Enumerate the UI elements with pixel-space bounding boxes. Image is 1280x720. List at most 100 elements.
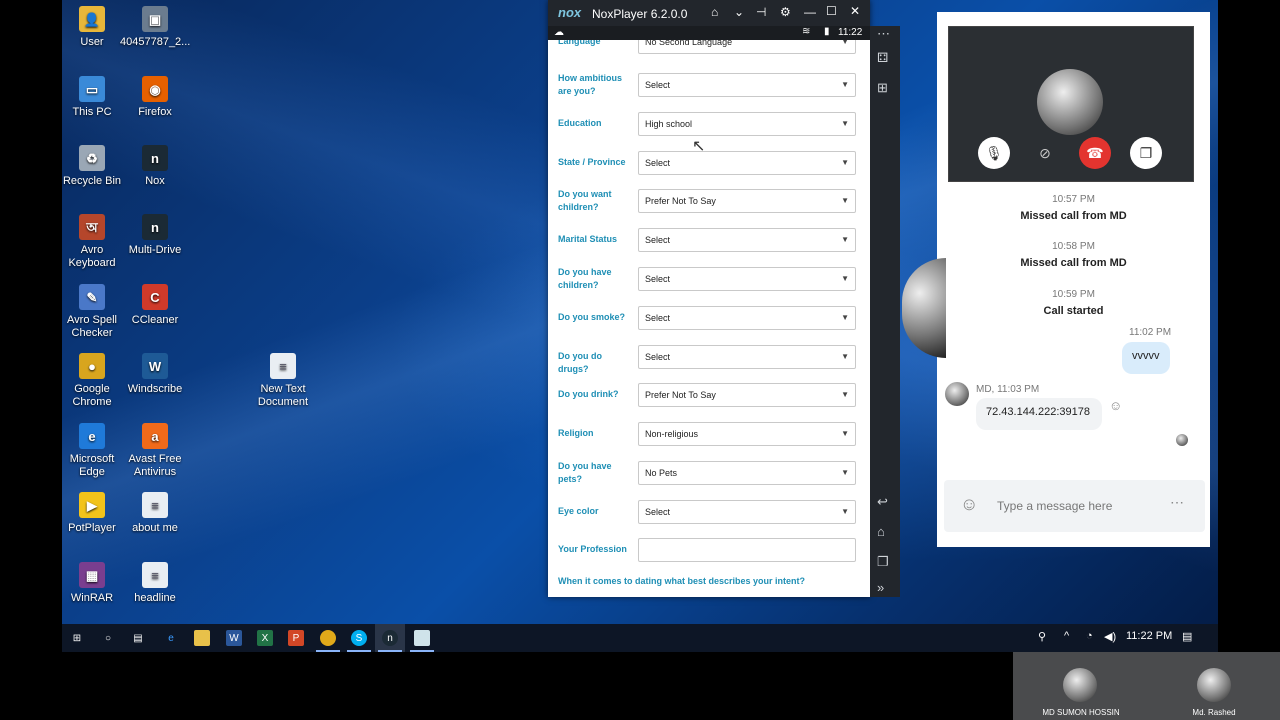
desktop-icon[interactable]: 👤 User bbox=[57, 6, 127, 49]
gift-icon[interactable]: ⌂ bbox=[711, 5, 718, 19]
video-call-panel: 🎙 ⊘ ☎ ❐ bbox=[948, 26, 1194, 182]
select-value: Select bbox=[645, 313, 671, 323]
home-icon[interactable]: ⌂ bbox=[877, 524, 885, 539]
desktop-icon[interactable]: ▦ WinRAR bbox=[57, 562, 127, 605]
more-icon[interactable]: ⋯ bbox=[877, 26, 890, 42]
taskbar-clock[interactable]: 11:22 PM bbox=[1126, 630, 1172, 642]
form-label: Do you smoke? bbox=[558, 312, 626, 322]
recent-apps-icon[interactable]: ❐ bbox=[877, 554, 889, 570]
cortana-icon[interactable]: ○ bbox=[100, 630, 116, 646]
form-label: Do you want children? bbox=[558, 189, 612, 212]
pin-icon[interactable]: ⊣ bbox=[756, 5, 766, 19]
desktop-icon[interactable]: n Nox bbox=[120, 145, 190, 188]
notepad-taskbar-icon[interactable] bbox=[414, 630, 430, 646]
app-icon: n bbox=[142, 145, 168, 171]
form-row: Do you have children? Select ▼ bbox=[548, 260, 870, 299]
back-icon[interactable]: ↩ bbox=[877, 494, 888, 510]
dropdown-arrow-icon: ▼ bbox=[841, 507, 849, 516]
word-taskbar-icon[interactable]: W bbox=[226, 630, 242, 646]
desktop-icon[interactable]: n Multi-Drive bbox=[120, 214, 190, 257]
app-icon: ▭ bbox=[79, 76, 105, 102]
dropdown-arrow-icon: ▼ bbox=[841, 196, 849, 205]
form-select[interactable]: No Pets ▼ bbox=[638, 461, 856, 485]
close-icon[interactable]: ✕ bbox=[850, 4, 860, 18]
profession-input[interactable] bbox=[638, 538, 856, 562]
microphone-button[interactable]: 🎙 bbox=[978, 137, 1010, 169]
maximize-icon[interactable]: ☐ bbox=[826, 4, 837, 18]
form-select[interactable]: Select ▼ bbox=[638, 306, 856, 330]
notifications-icon[interactable]: ▤ bbox=[1182, 630, 1192, 643]
desktop-icon[interactable]: a Avast Free Antivirus bbox=[120, 423, 190, 479]
desktop-icon[interactable]: ♻ Recycle Bin bbox=[57, 145, 127, 188]
message-input[interactable]: Type a message here bbox=[997, 499, 1112, 513]
desktop-icon[interactable]: ● Google Chrome bbox=[57, 353, 127, 409]
form-select[interactable]: Prefer Not To Say ▼ bbox=[638, 189, 856, 213]
form-select[interactable]: Select ▼ bbox=[638, 151, 856, 175]
volume-icon[interactable]: ◀) bbox=[1104, 630, 1116, 643]
more-options-icon[interactable]: ⋯ bbox=[1170, 494, 1184, 511]
desktop-icon[interactable]: ▭ This PC bbox=[57, 76, 127, 119]
emoji-react-icon[interactable]: ☺ bbox=[1109, 398, 1122, 413]
expand-icon[interactable]: » bbox=[877, 580, 884, 595]
powerpoint-taskbar-icon[interactable]: P bbox=[288, 630, 304, 646]
nox-title-bar: nox NoxPlayer 6.2.0.0 ⌂ ⌄ ⊣ ⚙ — ☐ ✕ bbox=[548, 0, 870, 26]
video-off-button[interactable]: ⊘ bbox=[1029, 137, 1061, 169]
desktop-icon[interactable]: C CCleaner bbox=[120, 284, 190, 327]
dropdown-arrow-icon: ▼ bbox=[841, 352, 849, 361]
nox-taskbar-icon[interactable]: n bbox=[382, 630, 398, 646]
desktop-icon[interactable]: ≡ New Text Document bbox=[248, 353, 318, 409]
explorer-taskbar-icon[interactable] bbox=[194, 630, 210, 646]
app-icon: ≡ bbox=[142, 562, 168, 588]
end-call-button[interactable]: ☎ bbox=[1079, 137, 1111, 169]
dropdown-arrow-icon: ▼ bbox=[841, 313, 849, 322]
gear-icon[interactable]: ⚙ bbox=[780, 5, 791, 19]
emoji-icon[interactable]: ☺ bbox=[960, 494, 978, 515]
form-select[interactable]: High school ▼ bbox=[638, 112, 856, 136]
excel-taskbar-icon[interactable]: X bbox=[257, 630, 273, 646]
their-message-bubble[interactable]: 72.43.144.222:39178 bbox=[976, 398, 1102, 430]
read-receipt-avatar bbox=[1176, 434, 1188, 446]
minimize-icon[interactable]: — bbox=[804, 5, 816, 19]
desktop-icon-label: Nox bbox=[145, 175, 165, 187]
screen-share-button[interactable]: ❐ bbox=[1130, 137, 1162, 169]
form-row: Language No Second Language ▼ bbox=[548, 40, 870, 62]
desktop-icon-label: Firefox bbox=[138, 106, 172, 118]
edge-taskbar-icon[interactable]: e bbox=[163, 630, 179, 646]
desktop-icon-label: headline bbox=[134, 592, 176, 604]
add-icon[interactable]: ⊞ bbox=[877, 80, 888, 96]
desktop-icon[interactable]: e Microsoft Edge bbox=[57, 423, 127, 479]
form-select[interactable]: Select ▼ bbox=[638, 267, 856, 291]
form-select[interactable]: Non-religious ▼ bbox=[638, 422, 856, 446]
chrome-taskbar-icon[interactable] bbox=[320, 630, 336, 646]
desktop-icon[interactable]: ✎ Avro Spell Checker bbox=[57, 284, 127, 340]
chevron-down-icon[interactable]: ⌄ bbox=[734, 5, 744, 19]
start-icon[interactable]: ⊞ bbox=[69, 630, 85, 646]
chevron-up-icon[interactable]: ^ bbox=[1064, 630, 1069, 642]
desktop-icon-label: Avro Spell Checker bbox=[67, 314, 117, 339]
people-icon[interactable]: ⚲ bbox=[1038, 630, 1046, 643]
desktop-icon[interactable]: ≡ headline bbox=[120, 562, 190, 605]
desktop-icon[interactable]: অ Avro Keyboard bbox=[57, 214, 127, 270]
skype-taskbar-icon[interactable]: S bbox=[351, 630, 367, 646]
desktop-icon[interactable]: ◉ Firefox bbox=[120, 76, 190, 119]
desktop-icon[interactable]: ▶ PotPlayer bbox=[57, 492, 127, 535]
form-select[interactable]: No Second Language ▼ bbox=[638, 40, 856, 54]
desktop-icon[interactable]: W Windscribe bbox=[120, 353, 190, 396]
form-label: Do you have children? bbox=[558, 267, 612, 290]
form-select[interactable]: Select ▼ bbox=[638, 73, 856, 97]
msg-2-time: 10:58 PM bbox=[1052, 241, 1095, 252]
desktop-icon[interactable]: ≡ about me bbox=[120, 492, 190, 535]
form-select[interactable]: Select ▼ bbox=[638, 345, 856, 369]
app-icon: ▦ bbox=[79, 562, 105, 588]
my-message-bubble[interactable]: vvvvv bbox=[1122, 342, 1170, 374]
task-view-icon[interactable]: ▤ bbox=[130, 630, 146, 646]
desktop-icon[interactable]: ▣ 40457787_2... bbox=[120, 6, 190, 49]
dropdown-arrow-icon: ▼ bbox=[841, 468, 849, 477]
app-icon: e bbox=[79, 423, 105, 449]
form-select[interactable]: Prefer Not To Say ▼ bbox=[638, 383, 856, 407]
network-icon[interactable]: ◔ bbox=[1086, 630, 1093, 642]
app-icon[interactable]: ⚃ bbox=[877, 50, 888, 66]
form-select[interactable]: Select ▼ bbox=[638, 500, 856, 524]
nox-active-indicator bbox=[378, 650, 402, 652]
form-select[interactable]: Select ▼ bbox=[638, 228, 856, 252]
